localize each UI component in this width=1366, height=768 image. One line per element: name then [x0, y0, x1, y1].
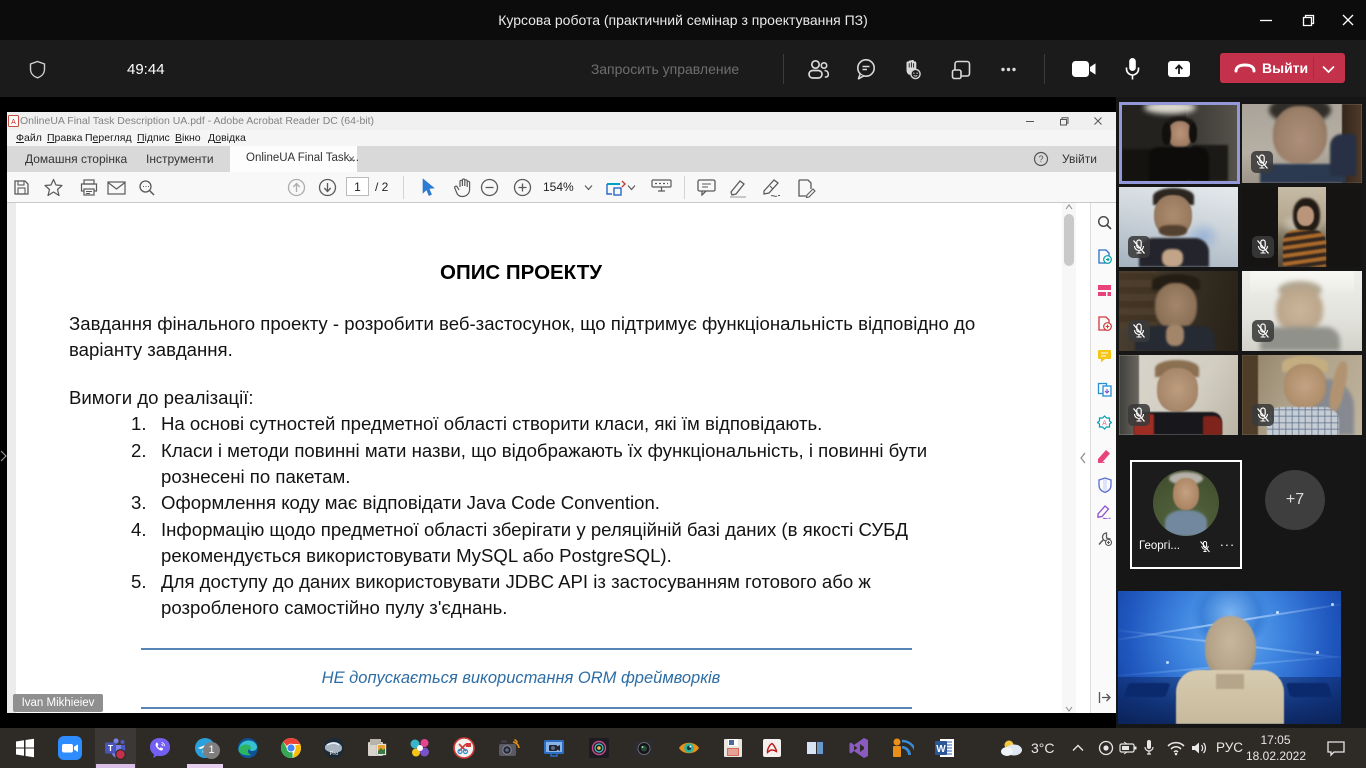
svg-text:Pro: Pro: [330, 751, 339, 757]
svg-text:W: W: [936, 744, 946, 755]
svg-text:A: A: [1102, 420, 1107, 427]
svg-text:A: A: [11, 119, 16, 126]
svg-text:?: ?: [1038, 154, 1043, 164]
svg-text:T: T: [108, 743, 114, 753]
